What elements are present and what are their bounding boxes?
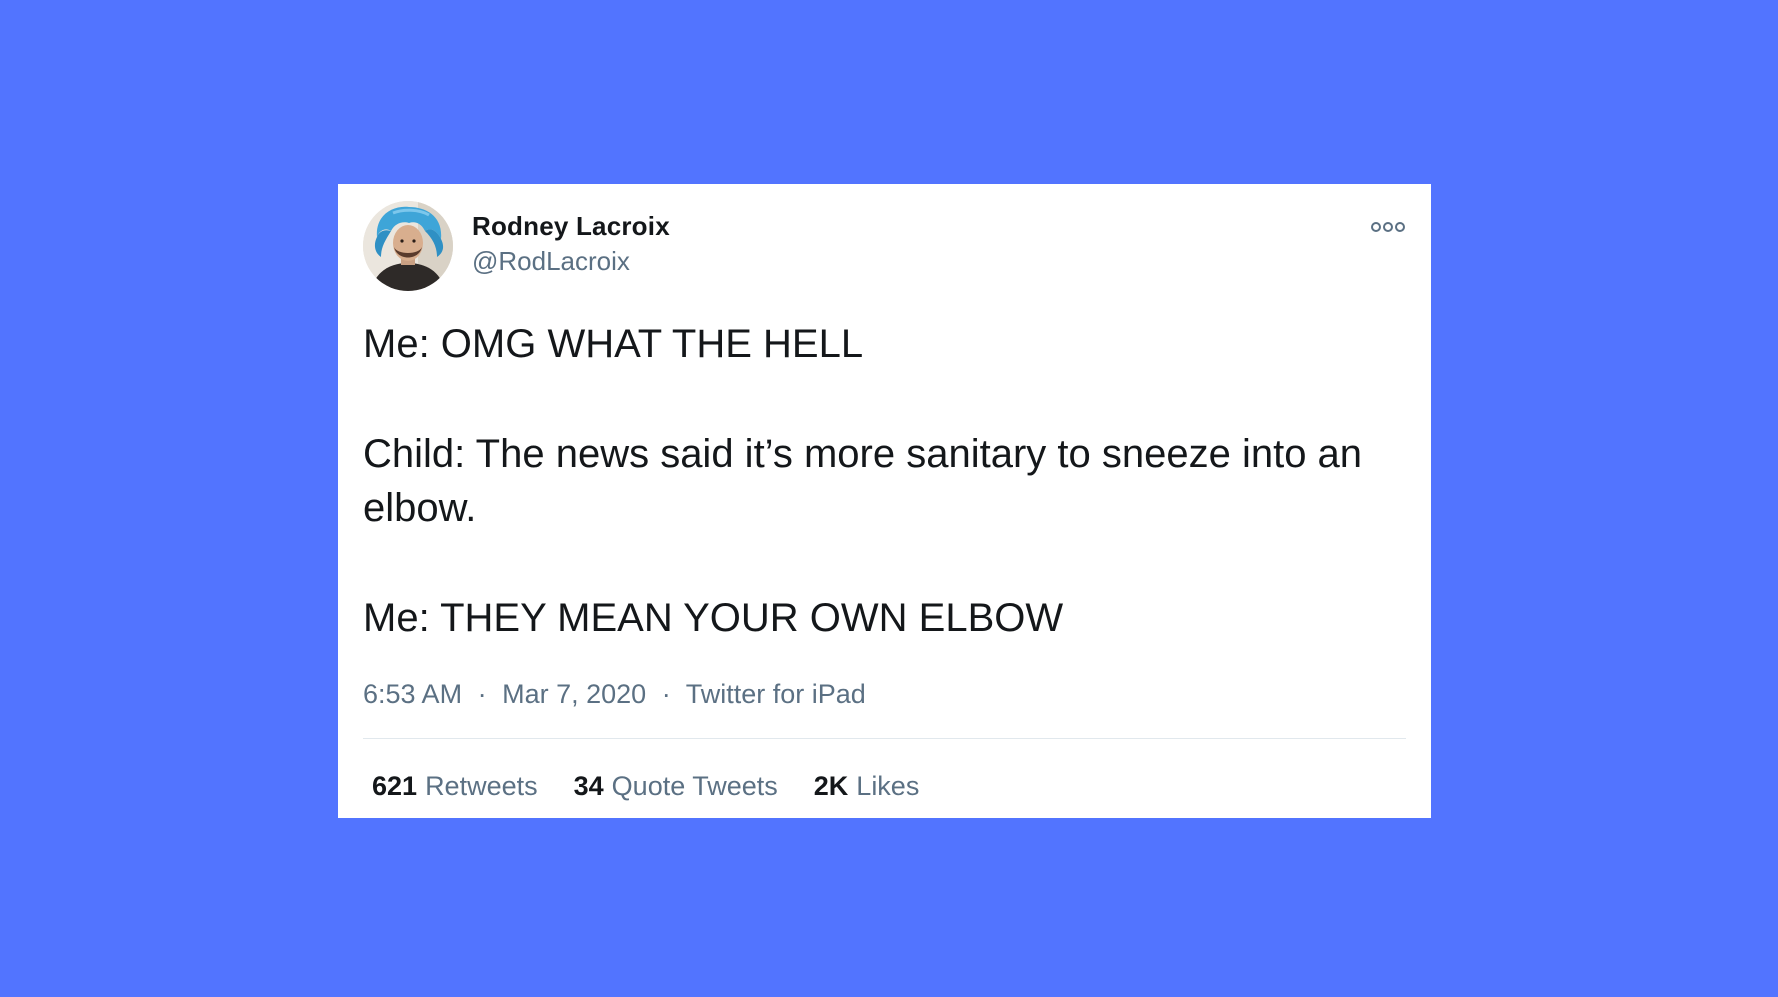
- quote-tweets-count: 34: [573, 771, 604, 801]
- likes-stat[interactable]: 2K Likes: [814, 769, 920, 803]
- tweet-date[interactable]: Mar 7, 2020: [502, 679, 646, 709]
- quote-tweets-label: Quote Tweets: [611, 771, 778, 801]
- tweet-line: Me: OMG WHAT THE HELL: [363, 322, 864, 366]
- meta-separator: ·: [477, 679, 487, 709]
- tweet-source[interactable]: Twitter for iPad: [686, 679, 866, 709]
- likes-count: 2K: [813, 771, 849, 801]
- tweet-stats: 621 Retweets 34 Quote Tweets 2K Likes: [372, 769, 955, 803]
- tweet-line: Child: The news said it’s more sanitary …: [363, 432, 1363, 530]
- tweet-text: Me: OMG WHAT THE HELL Child: The news sa…: [363, 317, 1403, 645]
- author-handle[interactable]: @RodLacroix: [472, 246, 670, 276]
- retweets-count: 621: [372, 771, 418, 801]
- tweet-card: Rodney Lacroix @RodLacroix Me: OMG WHAT …: [338, 184, 1431, 818]
- retweets-stat[interactable]: 621 Retweets: [372, 769, 538, 803]
- tweet-time[interactable]: 6:53 AM: [363, 679, 462, 709]
- author-info[interactable]: Rodney Lacroix @RodLacroix: [472, 211, 670, 276]
- likes-label: Likes: [856, 771, 920, 801]
- more-horizontal-icon: [1395, 222, 1405, 232]
- tweet-metadata: 6:53 AM · Mar 7, 2020 · Twitter for iPad: [363, 677, 866, 711]
- tweet-line: Me: THEY MEAN YOUR OWN ELBOW: [363, 596, 1064, 640]
- meta-separator: ·: [661, 679, 671, 709]
- quote-tweets-stat[interactable]: 34 Quote Tweets: [574, 769, 778, 803]
- more-horizontal-icon: [1371, 222, 1381, 232]
- page-background: { "tweet": { "author": { "display_name":…: [0, 0, 1778, 997]
- avatar-image: [363, 201, 453, 291]
- author-display-name[interactable]: Rodney Lacroix: [472, 211, 670, 241]
- more-horizontal-icon: [1383, 222, 1393, 232]
- retweets-label: Retweets: [425, 771, 538, 801]
- more-options-button[interactable]: [1371, 220, 1405, 234]
- divider: [363, 738, 1406, 739]
- avatar[interactable]: [363, 201, 453, 291]
